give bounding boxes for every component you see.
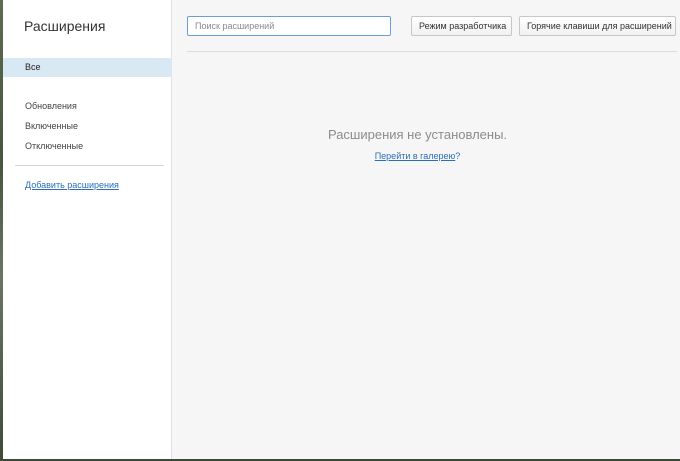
sidebar-item-disabled[interactable]: Отключенные: [3, 137, 172, 156]
gallery-prompt: Перейти в галерею?: [173, 151, 662, 161]
add-extensions-link[interactable]: Добавить расширения: [25, 180, 119, 190]
sidebar-item-updates[interactable]: Обновления: [3, 97, 172, 116]
sidebar-divider: [15, 165, 164, 166]
developer-mode-button[interactable]: Режим разработчика: [411, 16, 512, 36]
search-input[interactable]: [187, 16, 391, 36]
main-content: Режим разработчика Горячие клавиши для р…: [173, 0, 680, 461]
header-divider: [187, 51, 677, 52]
empty-state-message: Расширения не установлены.: [327, 127, 508, 142]
page-title: Расширения: [24, 18, 106, 34]
go-to-gallery-link[interactable]: Перейти в галерею: [375, 151, 456, 161]
sidebar: Расширения Все Обновления Включенные Отк…: [3, 0, 172, 461]
extensions-page: Расширения Все Обновления Включенные Отк…: [0, 0, 680, 461]
gallery-question-mark: ?: [455, 151, 461, 161]
keyboard-shortcuts-button[interactable]: Горячие клавиши для расширений: [519, 16, 676, 36]
sidebar-item-enabled[interactable]: Включенные: [3, 117, 172, 136]
sidebar-item-all[interactable]: Все: [3, 58, 172, 77]
